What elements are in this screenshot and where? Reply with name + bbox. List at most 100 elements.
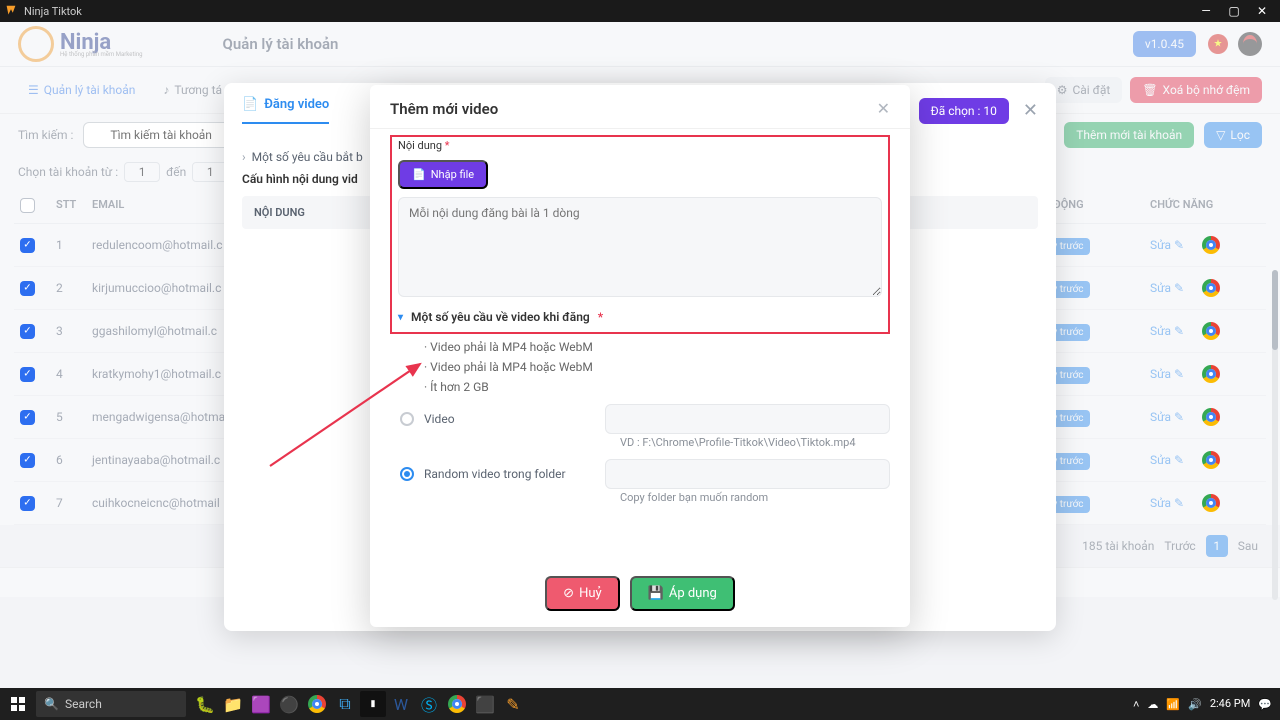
search-label: Tìm kiếm : <box>18 128 73 142</box>
: 🔍 Search 🐛 📁 🟪 ⚫ ⧉ ▮ W Ⓢ ⬛ ✎ ˄ ☁ 📶 🔊 2:4… <box>0 688 1280 720</box>
taskbar-skype-icon[interactable]: Ⓢ <box>416 691 442 717</box>
chevron-right-icon: › <box>242 150 246 164</box>
taskbar-app-icon[interactable]: ⬛ <box>472 691 498 717</box>
system-tray[interactable]: ˄ ☁ 📶 🔊 2:46 PM 💬 <box>1133 698 1278 711</box>
window-close[interactable]: ✕ <box>1248 4 1276 18</box>
range-to-label: đến <box>166 165 186 179</box>
radio-video[interactable] <box>400 412 414 426</box>
taskbar-app-icon[interactable]: ⚫ <box>276 691 302 717</box>
taskbar-word-icon[interactable]: W <box>388 691 414 717</box>
cell-stt: 4 <box>56 367 92 381</box>
window-titlebar: Ninja Tiktok — ▢ ✕ <box>0 0 1280 22</box>
radio-random-label: Random video trong folder <box>424 467 566 481</box>
row-checkbox[interactable] <box>20 367 35 382</box>
pager-page[interactable]: 1 <box>1206 535 1228 557</box>
gear-icon: ⚙ <box>1057 83 1068 97</box>
window-maximize[interactable]: ▢ <box>1220 4 1248 18</box>
tray-clock[interactable]: 2:46 PM <box>1210 698 1250 710</box>
taskbar-app-icon[interactable]: 🟪 <box>248 691 274 717</box>
file-import-icon: 📄 <box>412 168 426 181</box>
tray-notifications-icon[interactable]: 💬 <box>1258 698 1272 711</box>
tray-chevron-icon[interactable]: ˄ <box>1133 698 1139 711</box>
range-from-input[interactable] <box>124 162 160 182</box>
radio-video-label: Video <box>424 412 455 426</box>
settings-button[interactable]: ⚙ Cài đặt <box>1045 77 1123 103</box>
edit-link[interactable]: Sửa ✎ <box>1150 496 1184 510</box>
taskbar-explorer-icon[interactable]: 📁 <box>220 691 246 717</box>
radio-random-folder[interactable] <box>400 467 414 481</box>
select-all-checkbox[interactable] <box>20 198 35 213</box>
tab-interaction[interactable]: ♪ Tương tá <box>153 77 232 103</box>
apply-button[interactable]: 💾 Áp dụng <box>630 576 735 611</box>
trash-icon: 🗑 <box>1142 83 1157 97</box>
edit-link[interactable]: Sửa ✎ <box>1150 324 1184 338</box>
bullet-item: · Ít hơn 2 GB <box>424 380 890 394</box>
avatar-icon[interactable] <box>1238 32 1262 56</box>
video-path-input[interactable] <box>605 404 890 434</box>
tray-cloud-icon[interactable]: ☁ <box>1147 698 1158 711</box>
chrome-icon[interactable] <box>1202 408 1220 426</box>
logo-subtext: Hệ thống phần mềm Marketing <box>60 51 143 58</box>
add-account-button[interactable]: Thêm mới tài khoản <box>1064 122 1194 148</box>
row-checkbox[interactable] <box>20 281 35 296</box>
chrome-icon[interactable] <box>1202 322 1220 340</box>
vertical-scrollbar[interactable] <box>1272 270 1278 600</box>
edit-link[interactable]: Sửa ✎ <box>1150 281 1184 295</box>
version-button[interactable]: v1.0.45 <box>1133 31 1196 57</box>
tray-wifi-icon[interactable]: 📶 <box>1166 698 1180 711</box>
cell-stt: 2 <box>56 281 92 295</box>
row-checkbox[interactable] <box>20 324 35 339</box>
edit-link[interactable]: Sửa ✎ <box>1150 410 1184 424</box>
clear-cache-button[interactable]: 🗑 Xoá bộ nhớ đệm <box>1130 77 1262 103</box>
pager-prev[interactable]: Trước <box>1164 539 1195 553</box>
add-video-modal: Thêm mới video ✕ Nội dung * 📄 Nhập file … <box>370 85 910 627</box>
flag-vn-icon[interactable] <box>1208 34 1228 54</box>
taskbar-chrome-icon[interactable] <box>304 691 330 717</box>
edit-link[interactable]: Sửa ✎ <box>1150 367 1184 381</box>
cell-stt: 7 <box>56 496 92 510</box>
search-icon: 🔍 <box>44 697 59 711</box>
taskbar-vscode-icon[interactable]: ⧉ <box>332 691 358 717</box>
modal-close-button[interactable]: ✕ <box>877 99 890 118</box>
logo-mark-icon <box>18 26 54 62</box>
chrome-icon[interactable] <box>1202 236 1220 254</box>
filter-button[interactable]: ▽ Lọc <box>1204 122 1262 148</box>
file-icon: 📄 <box>242 97 258 112</box>
start-button[interactable] <box>2 688 34 720</box>
cancel-button[interactable]: ⊘ Huỷ <box>545 576 620 611</box>
range-to-input[interactable] <box>192 162 228 182</box>
folder-path-hint: Copy folder bạn muốn random <box>620 491 890 504</box>
edit-link[interactable]: Sửa ✎ <box>1150 453 1184 467</box>
chrome-icon[interactable] <box>1202 494 1220 512</box>
import-file-button[interactable]: 📄 Nhập file <box>398 160 488 189</box>
bullet-item: · Video phải là MP4 hoặc WebM <box>424 360 890 374</box>
window-minimize[interactable]: — <box>1192 4 1220 18</box>
panel-tab-post-video[interactable]: 📄 Đăng video <box>242 97 329 124</box>
panel-close-button[interactable]: ✕ <box>1023 100 1038 121</box>
selected-count-button[interactable]: Đã chọn : 10 <box>919 98 1009 124</box>
chrome-icon[interactable] <box>1202 365 1220 383</box>
chrome-icon[interactable] <box>1202 279 1220 297</box>
chrome-icon[interactable] <box>1202 451 1220 469</box>
edit-link[interactable]: Sửa ✎ <box>1150 238 1184 252</box>
requirements-collapse[interactable]: ▾ Một số yêu cầu về video khi đăng * <box>398 310 882 324</box>
content-textarea[interactable] <box>398 197 882 297</box>
cell-stt: 6 <box>56 453 92 467</box>
row-checkbox[interactable] <box>20 453 35 468</box>
taskbar-app-icon[interactable]: ✎ <box>500 691 526 717</box>
row-checkbox[interactable] <box>20 410 35 425</box>
range-label: Chọn tài khoản từ : <box>18 165 118 179</box>
taskbar-terminal-icon[interactable]: ▮ <box>360 691 386 717</box>
taskbar-app-icon[interactable]: 🐛 <box>192 691 218 717</box>
row-checkbox[interactable] <box>20 238 35 253</box>
folder-path-input[interactable] <box>605 459 890 489</box>
cell-stt: 3 <box>56 324 92 338</box>
taskbar-chrome-icon[interactable] <box>444 691 470 717</box>
chevron-down-icon: ▾ <box>398 312 403 323</box>
th-stt: STT <box>56 198 92 213</box>
tray-volume-icon[interactable]: 🔊 <box>1188 698 1202 711</box>
tab-accounts[interactable]: ☰ Quản lý tài khoản <box>18 77 145 103</box>
pager-next[interactable]: Sau <box>1238 539 1258 553</box>
row-checkbox[interactable] <box>20 496 35 511</box>
taskbar-search[interactable]: 🔍 Search <box>36 691 186 717</box>
